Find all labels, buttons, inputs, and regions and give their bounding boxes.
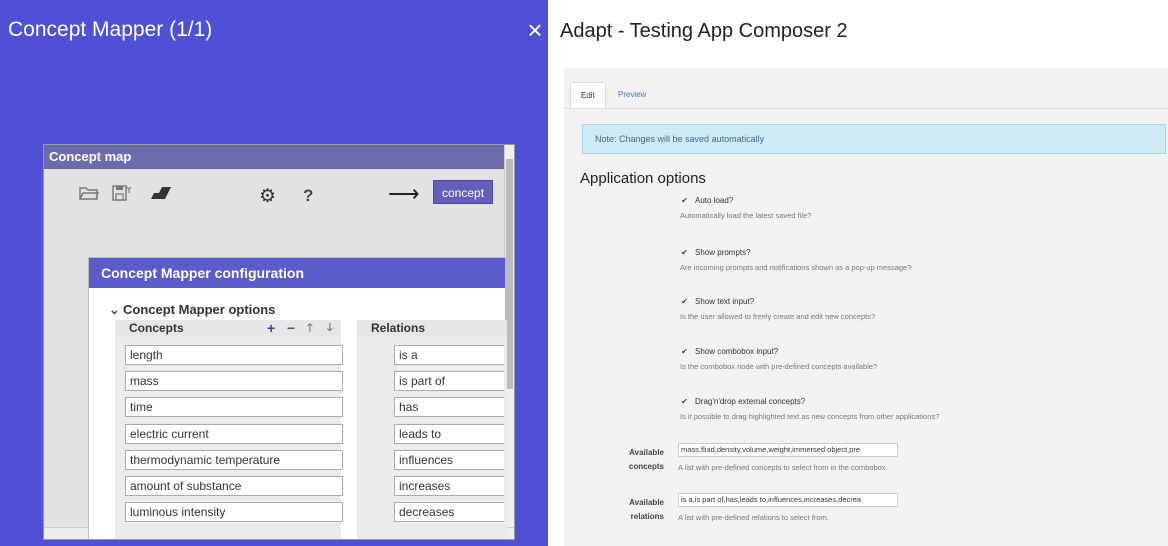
- option-item: ✔ Show text input? Is the user allowed to …: [680, 297, 1160, 321]
- relation-input[interactable]: decreases: [394, 502, 504, 523]
- option-checkbox[interactable]: ✔ Show combobox input?: [680, 347, 1160, 356]
- concept-button[interactable]: concept: [433, 180, 494, 204]
- relation-input[interactable]: influences: [394, 449, 504, 470]
- move-up-icon[interactable]: 🡑: [307, 320, 313, 337]
- relation-input[interactable]: has: [394, 397, 504, 418]
- concept-input[interactable]: time: [125, 397, 343, 418]
- field-help: A list with pre-defined relations to sel…: [678, 513, 829, 522]
- field-label-line: Available: [629, 448, 664, 457]
- option-help: Are incoming prompts and notifications s…: [680, 263, 912, 272]
- concept-input[interactable]: luminous intensity: [125, 502, 343, 523]
- pane-title: Concept Mapper (1/1): [8, 18, 213, 41]
- options-section-toggle[interactable]: ⌄ Concept Mapper options: [109, 302, 275, 318]
- field-label-line: concepts: [628, 462, 664, 471]
- help-icon[interactable]: ?: [303, 186, 313, 208]
- field-input[interactable]: mass,fluid,density,volume,weight,immerse…: [678, 443, 898, 457]
- chevron-down-icon: ⌄: [109, 302, 120, 317]
- move-down-icon[interactable]: 🡓: [327, 320, 333, 337]
- section-title: Application options: [580, 170, 706, 187]
- concept-input[interactable]: length: [125, 345, 343, 365]
- concept-mapper-pane: Concept Mapper (1/1) × Concept map ⚙ ? ⟶…: [0, 0, 548, 546]
- option-help: Automatically load the latest saved file…: [680, 211, 812, 220]
- arrow-right-icon[interactable]: ⟶: [388, 181, 420, 206]
- save-icon[interactable]: [112, 185, 132, 207]
- option-label: Show combobox input?: [695, 347, 779, 356]
- autosave-note: Note: Changes will be saved automaticall…: [582, 124, 1166, 154]
- concept-map-toolbar: ⚙ ? ⟶ concept: [44, 169, 504, 227]
- option-help: Is it possible to drag highlighted text …: [680, 412, 940, 421]
- option-checkbox[interactable]: ✔ Show prompts?: [680, 248, 1160, 257]
- option-label: Drag'n'drop external concepts?: [695, 397, 806, 406]
- tab-preview[interactable]: Preview: [608, 82, 656, 108]
- relations-header: Relations: [357, 320, 507, 337]
- config-title: Concept Mapper configuration: [89, 258, 505, 288]
- option-label: Show text input?: [695, 297, 755, 306]
- concept-map-title: Concept map: [44, 145, 514, 169]
- relation-input[interactable]: increases: [394, 476, 504, 496]
- add-concept-icon[interactable]: +: [267, 320, 275, 337]
- field-help: A list with pre-defined concepts to sele…: [678, 463, 888, 472]
- composer-content: Edit Preview Note: Changes will be saved…: [564, 68, 1168, 546]
- tab-divider: [564, 108, 1168, 109]
- section-label: Concept Mapper options: [123, 302, 276, 317]
- concept-input[interactable]: mass: [125, 371, 343, 392]
- folder-open-icon[interactable]: [79, 185, 99, 207]
- close-icon[interactable]: ×: [523, 17, 547, 43]
- checkbox-checked-icon[interactable]: ✔: [680, 248, 689, 257]
- remove-concept-icon[interactable]: −: [287, 320, 295, 337]
- scrollbar-thumb[interactable]: [506, 159, 513, 389]
- option-checkbox[interactable]: ✔ Drag'n'drop external concepts?: [680, 397, 1160, 406]
- checkbox-checked-icon[interactable]: ✔: [680, 196, 689, 205]
- concept-input[interactable]: amount of substance: [125, 476, 343, 496]
- concept-input[interactable]: thermodynamic temperature: [125, 449, 343, 470]
- field-input[interactable]: is a,is part of,has,leads to,influences,…: [678, 493, 898, 507]
- field-label: Available concepts: [608, 446, 664, 474]
- option-label: Auto load?: [695, 196, 734, 205]
- concepts-header-label: Concepts: [129, 321, 184, 335]
- app-composer-pane: Adapt - Testing App Composer 2 Edit Prev…: [548, 0, 1168, 546]
- option-help: Is the combobox node with pre-defined co…: [680, 362, 878, 371]
- checkbox-checked-icon[interactable]: ✔: [680, 297, 689, 306]
- relation-input[interactable]: is a: [394, 345, 504, 365]
- relation-input[interactable]: is part of: [394, 371, 504, 392]
- field-label-line: Available: [629, 498, 664, 507]
- option-label: Show prompts?: [695, 248, 751, 257]
- option-help: Is the user allowed to freely create and…: [680, 312, 876, 321]
- checkbox-checked-icon[interactable]: ✔: [680, 347, 689, 356]
- checkbox-checked-icon[interactable]: ✔: [680, 397, 689, 406]
- tab-edit[interactable]: Edit: [570, 82, 606, 108]
- concepts-header: Concepts + − 🡑 🡓: [115, 320, 341, 337]
- gear-icon[interactable]: ⚙: [259, 185, 276, 207]
- concept-input[interactable]: electric current: [125, 423, 343, 444]
- pane-title: Adapt - Testing App Composer 2: [560, 20, 848, 42]
- field-label-line: relations: [630, 512, 664, 521]
- field-label: Available relations: [608, 496, 664, 524]
- relation-input[interactable]: leads to: [394, 423, 504, 444]
- option-checkbox[interactable]: ✔ Show text input?: [680, 297, 1160, 306]
- option-item: ✔ Show prompts? Are incoming prompts and n…: [680, 248, 1160, 272]
- option-item: ✔ Drag'n'drop external concepts? Is it pos…: [680, 397, 1160, 421]
- option-item: ✔ Show combobox input? Is the combobox nod…: [680, 347, 1160, 371]
- option-item: ✔ Auto load? Automatically load the latest…: [680, 196, 1160, 220]
- option-checkbox[interactable]: ✔ Auto load?: [680, 196, 1160, 205]
- eraser-icon[interactable]: [150, 185, 172, 207]
